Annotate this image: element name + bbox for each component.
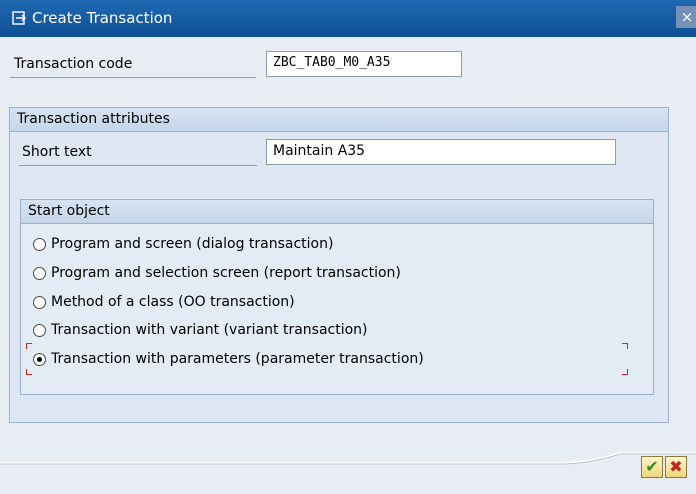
focus-corner-top-right [622,343,628,349]
radio-option-dialog-transaction[interactable]: Program and screen (dialog transaction) [33,233,333,255]
footer-divider [0,452,696,465]
radio-button-selected[interactable] [33,352,46,366]
radio-button[interactable] [33,266,46,280]
radio-label: Program and screen (dialog transaction) [51,236,334,252]
checkmark-icon: ✔ [645,457,659,476]
close-icon: × [680,8,694,26]
radio-option-report-transaction[interactable]: Program and selection screen (report tra… [33,262,401,284]
radio-option-variant-transaction[interactable]: Transaction with variant (variant transa… [33,319,368,341]
transaction-code-label: Transaction code [14,56,133,72]
radio-label: Transaction with variant (variant transa… [51,322,368,338]
focus-corner-bottom-right [622,369,628,375]
label-underline [19,165,257,166]
transaction-code-field[interactable]: ZBC_TAB0_M0_A35 [266,51,462,77]
radio-button[interactable] [33,237,46,251]
short-text-field[interactable]: Maintain A35 [266,139,616,165]
radio-label: Method of a class (OO transaction) [51,294,295,310]
transaction-attributes-group: Transaction attributes Short text Mainta… [9,107,669,423]
transaction-attributes-header: Transaction attributes [10,108,668,132]
close-button[interactable]: × [676,6,696,28]
radio-button[interactable] [33,323,46,337]
create-transaction-icon [12,11,26,25]
start-object-group: Start object Program and screen (dialog … [20,199,654,395]
cancel-icon: ✖ [669,457,683,476]
radio-label: Program and selection screen (report tra… [51,265,401,281]
start-object-header: Start object [21,200,653,224]
focus-corner-top-left [26,343,32,349]
dialog-body: Transaction code ZBC_TAB0_M0_A35 Transac… [0,37,696,494]
window-title: Create Transaction [32,9,173,27]
radio-option-parameter-transaction[interactable]: Transaction with parameters (parameter t… [33,348,424,370]
short-text-label: Short text [22,144,92,160]
continue-button[interactable]: ✔ [641,456,663,478]
label-underline [10,77,256,78]
window-titlebar: Create Transaction × [0,0,696,37]
radio-button[interactable] [33,295,46,309]
radio-label: Transaction with parameters (parameter t… [51,351,424,367]
radio-option-oo-transaction[interactable]: Method of a class (OO transaction) [33,291,295,313]
cancel-button[interactable]: ✖ [665,456,687,478]
focus-corner-bottom-left [26,369,32,375]
